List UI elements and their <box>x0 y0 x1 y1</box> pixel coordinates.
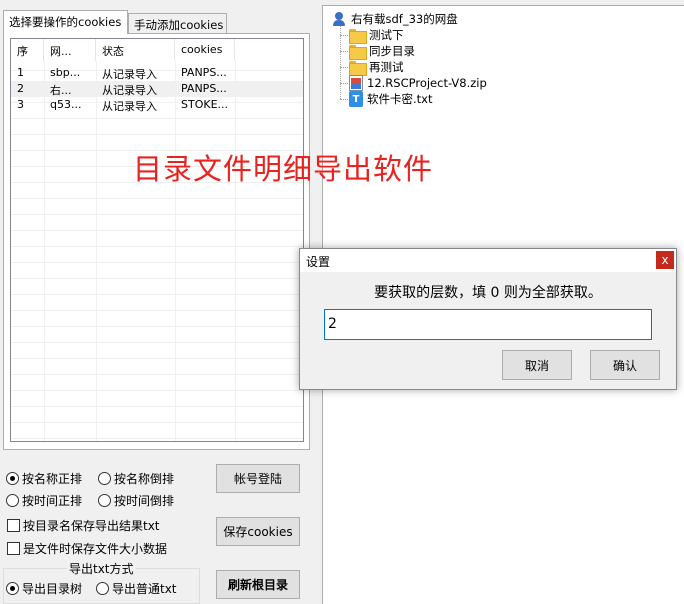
save-by-dir-checkbox[interactable]: 按目录名保存导出结果txt <box>7 517 160 534</box>
radio-label: 导出目录树 <box>22 582 83 596</box>
depth-input[interactable]: 2 <box>324 309 652 340</box>
export-mode-title: 导出txt方式 <box>67 560 136 577</box>
radio-indicator <box>6 472 19 485</box>
tree-item-label: 同步目录 <box>369 44 415 58</box>
cell-cookies: PANPS... <box>181 82 227 95</box>
text-file-icon: T <box>349 91 363 107</box>
cell-status: 从记录导入 <box>102 68 157 81</box>
zip-file-icon <box>349 75 363 91</box>
folder-icon <box>349 28 367 44</box>
table-row[interactable]: 1 sbp... 从记录导入 PANPS... <box>11 65 303 81</box>
tree-item-label: 再测试 <box>369 60 404 74</box>
save-file-size-checkbox[interactable]: 是文件时保存文件大小数据 <box>7 540 167 557</box>
cell-index: 1 <box>17 66 24 79</box>
save-cookies-button[interactable]: 保存cookies <box>216 517 300 546</box>
column-header-site[interactable]: 网... <box>44 39 96 61</box>
dialog-titlebar: 设置 x <box>300 249 676 272</box>
tree-item-folder-1[interactable]: 测试下 <box>349 27 404 44</box>
column-header-index[interactable]: 序 <box>11 39 44 61</box>
tree-item-label: 软件卡密.txt <box>367 92 433 106</box>
tab-add-cookies[interactable]: 手动添加cookies <box>128 13 227 34</box>
tree-item-folder-3[interactable]: 再测试 <box>349 59 404 76</box>
folder-icon <box>349 44 367 60</box>
sort-time-asc-radio[interactable]: 按时间正排 <box>6 492 82 509</box>
confirm-button[interactable]: 确认 <box>590 350 660 380</box>
tree-root-label: 右有载sdf_33的网盘 <box>351 12 458 26</box>
checkbox-box <box>7 519 20 532</box>
tree-item-label: 12.RSCProject-V8.zip <box>367 76 487 90</box>
tree-item-folder-2[interactable]: 同步目录 <box>349 43 415 60</box>
user-icon <box>331 11 347 27</box>
tree-item-zip[interactable]: 12.RSCProject-V8.zip <box>349 75 487 91</box>
sort-name-asc-radio[interactable]: 按名称正排 <box>6 470 82 487</box>
cancel-button[interactable]: 取消 <box>502 350 572 380</box>
cookie-list[interactable]: 序 网... 状态 cookies 1 sbp... 从记录导入 PANPS..… <box>10 38 304 442</box>
folder-icon <box>349 60 367 76</box>
checkbox-box <box>7 542 20 555</box>
radio-label: 按时间正排 <box>22 494 83 508</box>
cell-site: q53... <box>50 98 82 111</box>
cell-cookies: PANPS... <box>181 66 227 79</box>
radio-indicator <box>6 582 19 595</box>
radio-indicator <box>96 582 109 595</box>
radio-label: 按时间倒排 <box>114 494 175 508</box>
settings-dialog: 设置 x 要获取的层数，填 0 则为全部获取。 2 取消 确认 <box>299 248 677 390</box>
dialog-title: 设置 <box>306 255 331 269</box>
tab-select-cookies[interactable]: 选择要操作的cookies <box>3 10 128 34</box>
radio-indicator <box>6 494 19 507</box>
radio-label: 按名称正排 <box>22 472 83 486</box>
cell-status: 从记录导入 <box>102 100 157 113</box>
cell-site: sbp... <box>50 66 81 79</box>
radio-label: 按名称倒排 <box>114 472 175 486</box>
close-icon[interactable]: x <box>656 251 674 269</box>
column-header-status[interactable]: 状态 <box>96 39 175 61</box>
cell-site: 右... <box>50 84 72 97</box>
radio-indicator <box>98 494 111 507</box>
dialog-prompt: 要获取的层数，填 0 则为全部获取。 <box>374 285 602 301</box>
tab-panel: 序 网... 状态 cookies 1 sbp... 从记录导入 PANPS..… <box>3 33 310 450</box>
sort-name-desc-radio[interactable]: 按名称倒排 <box>98 470 174 487</box>
login-button[interactable]: 帐号登陆 <box>216 464 300 493</box>
tree-root[interactable]: 右有载sdf_33的网盘 <box>331 11 458 27</box>
tree-item-label: 测试下 <box>369 28 404 42</box>
export-plain-radio[interactable]: 导出普通txt <box>96 580 177 597</box>
radio-indicator <box>98 472 111 485</box>
column-header-cookies[interactable]: cookies <box>175 39 235 61</box>
cell-index: 3 <box>17 98 24 111</box>
tree-item-txt[interactable]: T 软件卡密.txt <box>349 91 432 107</box>
tree-guide-line <box>340 26 341 99</box>
export-tree-radio[interactable]: 导出目录树 <box>6 580 82 597</box>
banner-title: 目录文件明细导出软件 <box>133 152 434 186</box>
table-row[interactable]: 2 右... 从记录导入 PANPS... <box>11 81 303 97</box>
table-row[interactable]: 3 q53... 从记录导入 STOKE... <box>11 97 303 113</box>
refresh-root-button[interactable]: 刷新根目录 <box>216 570 300 599</box>
checkbox-label: 是文件时保存文件大小数据 <box>23 542 168 556</box>
checkbox-label: 按目录名保存导出结果txt <box>23 519 160 533</box>
cell-cookies: STOKE... <box>181 98 229 111</box>
radio-label: 导出普通txt <box>112 582 177 596</box>
cell-status: 从记录导入 <box>102 84 157 97</box>
cell-index: 2 <box>17 82 24 95</box>
list-header: 序 网... 状态 cookies <box>11 39 303 61</box>
sort-time-desc-radio[interactable]: 按时间倒排 <box>98 492 174 509</box>
